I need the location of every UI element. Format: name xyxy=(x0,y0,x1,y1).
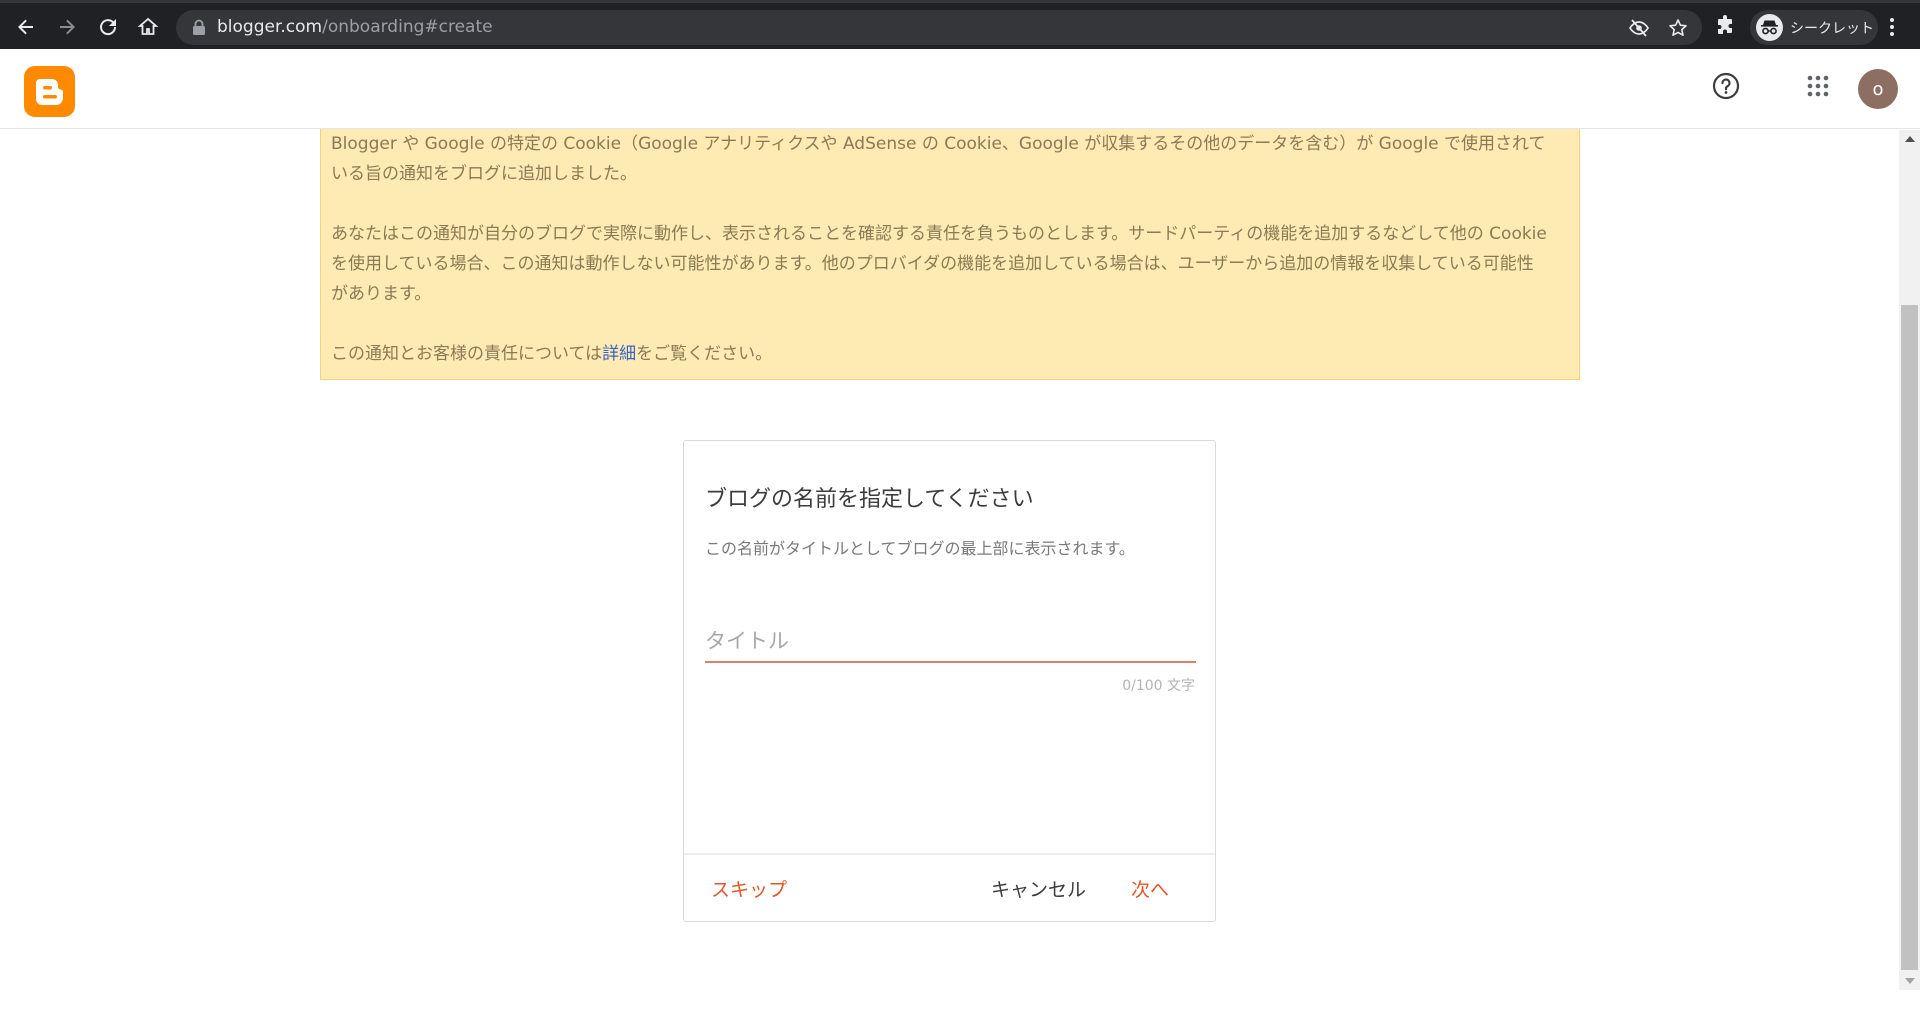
browser-toolbar: blogger.com/onboarding#create シークレット xyxy=(0,0,1920,49)
title-field xyxy=(705,621,1196,663)
notice-paragraph-3: この通知とお客様の責任については詳細をご覧ください。 xyxy=(331,339,1549,369)
eye-slash-icon[interactable] xyxy=(1628,17,1650,39)
notice-paragraph-2: あなたはこの通知が自分のブログで実際に動作し、表示されることを確認する責任を負う… xyxy=(331,224,1547,304)
url-text: blogger.com/onboarding#create xyxy=(217,17,493,37)
apps-grid-icon[interactable] xyxy=(1806,74,1830,98)
reload-icon[interactable] xyxy=(92,11,124,43)
page-scrollbar[interactable] xyxy=(1899,130,1920,990)
extensions-puzzle-icon[interactable] xyxy=(1714,14,1740,40)
home-icon[interactable] xyxy=(132,11,164,43)
scroll-down-arrow-icon[interactable] xyxy=(1905,978,1915,984)
details-link[interactable]: 詳細 xyxy=(602,344,636,364)
address-bar[interactable]: blogger.com/onboarding#create xyxy=(176,10,1702,45)
lock-icon xyxy=(192,19,206,40)
notice-text-after-link: をご覧ください。 xyxy=(636,344,773,364)
scroll-up-arrow-icon[interactable] xyxy=(1905,136,1915,142)
character-counter: 0/100 文字 xyxy=(1122,678,1195,694)
incognito-label: シークレット xyxy=(1790,21,1874,37)
dialog-title: ブログの名前を指定してください xyxy=(705,487,1034,512)
help-icon[interactable] xyxy=(1711,71,1741,101)
cookie-notice: Blogger や Google の特定の Cookie（Google アナリテ… xyxy=(320,129,1580,380)
create-blog-dialog: ブログの名前を指定してください この名前がタイトルとしてブログの最上部に表示され… xyxy=(683,440,1216,922)
account-avatar[interactable]: o xyxy=(1858,69,1898,109)
back-arrow-icon[interactable] xyxy=(10,11,42,43)
cancel-button[interactable]: キャンセル xyxy=(991,875,1086,902)
notice-paragraph-1: Blogger や Google の特定の Cookie（Google アナリテ… xyxy=(331,134,1546,184)
notice-text-before-link: この通知とお客様の責任については xyxy=(331,344,603,364)
url-path: /onboarding#create xyxy=(322,17,493,37)
incognito-icon xyxy=(1756,14,1783,41)
blogger-logo-icon[interactable] xyxy=(24,66,75,117)
next-button[interactable]: 次へ xyxy=(1131,875,1169,902)
incognito-profile-button[interactable]: シークレット xyxy=(1750,10,1878,45)
dialog-footer: スキップ キャンセル 次へ xyxy=(684,853,1215,921)
url-host: blogger.com xyxy=(217,17,323,37)
forward-arrow-icon[interactable] xyxy=(51,11,83,43)
scrollbar-thumb[interactable] xyxy=(1901,305,1918,970)
bookmark-star-icon[interactable] xyxy=(1667,17,1689,39)
more-vertical-icon[interactable] xyxy=(1880,13,1904,41)
app-header: o xyxy=(0,49,1920,129)
skip-button[interactable]: スキップ xyxy=(711,875,787,902)
blog-title-input[interactable] xyxy=(705,621,1196,661)
dialog-subtitle: この名前がタイトルとしてブログの最上部に表示されます。 xyxy=(705,539,1135,558)
